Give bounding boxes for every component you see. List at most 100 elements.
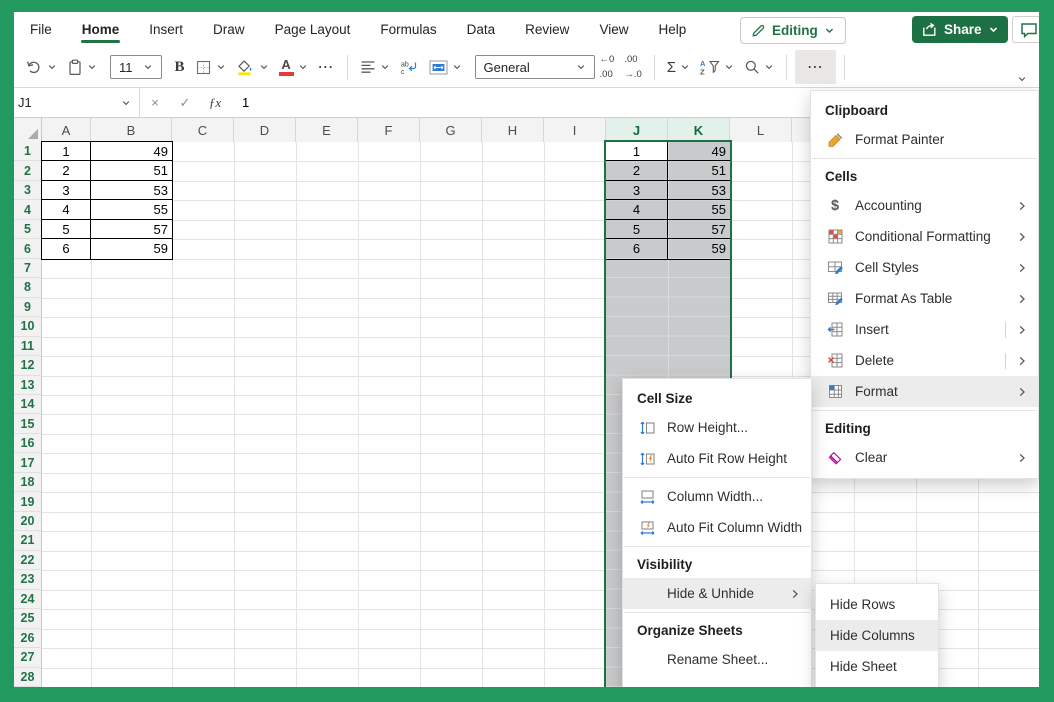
- row-header-9[interactable]: 9: [14, 298, 42, 317]
- cell-j5[interactable]: 5: [606, 220, 668, 238]
- comments-button[interactable]: [1012, 16, 1039, 43]
- menu-item-insert[interactable]: Insert: [811, 314, 1038, 345]
- row-header-15[interactable]: 15: [14, 414, 42, 433]
- formula-input[interactable]: 1: [242, 95, 249, 110]
- menu-item-rename-sheet[interactable]: Rename Sheet...: [623, 644, 811, 675]
- share-button[interactable]: Share: [912, 16, 1008, 43]
- row-header-7[interactable]: 7: [14, 259, 42, 278]
- number-format-select[interactable]: General: [475, 55, 595, 79]
- row-header-24[interactable]: 24: [14, 590, 42, 609]
- row-header-20[interactable]: 20: [14, 512, 42, 531]
- collapse-ribbon-button[interactable]: [1017, 74, 1027, 87]
- column-header-h[interactable]: H: [482, 118, 544, 142]
- row-header-16[interactable]: 16: [14, 434, 42, 453]
- menu-tab-review[interactable]: Review: [525, 13, 569, 47]
- cell-k3[interactable]: 53: [668, 181, 730, 199]
- menu-item-clear[interactable]: Clear: [811, 442, 1038, 473]
- cell-k4[interactable]: 55: [668, 200, 730, 218]
- column-header-i[interactable]: I: [544, 118, 606, 142]
- bold-button[interactable]: B: [170, 55, 190, 80]
- cell-a4[interactable]: 4: [42, 200, 91, 218]
- paste-button[interactable]: [62, 55, 102, 80]
- column-header-g[interactable]: G: [420, 118, 482, 142]
- name-box[interactable]: J1: [14, 88, 140, 117]
- menu-item-row-height[interactable]: Row Height...: [623, 412, 811, 443]
- menu-item-accounting[interactable]: $Accounting: [811, 190, 1038, 221]
- row-header-21[interactable]: 21: [14, 531, 42, 550]
- merge-center-button[interactable]: [424, 56, 467, 79]
- cell-b3[interactable]: 53: [91, 181, 172, 199]
- undo-button[interactable]: [20, 55, 62, 79]
- cell-j3[interactable]: 3: [606, 181, 668, 199]
- menu-tab-draw[interactable]: Draw: [213, 13, 245, 47]
- menu-item-hide-columns[interactable]: Hide Columns: [816, 620, 938, 651]
- font-color-button[interactable]: A: [274, 54, 313, 80]
- cell-b1[interactable]: 49: [91, 142, 172, 160]
- more-font-options-button[interactable]: ⋯: [313, 53, 340, 81]
- menu-item-format[interactable]: Format: [811, 376, 1038, 407]
- menu-tab-data[interactable]: Data: [467, 13, 496, 47]
- menu-tab-page-layout[interactable]: Page Layout: [275, 13, 351, 47]
- cell-a5[interactable]: 5: [42, 220, 91, 238]
- row-header-11[interactable]: 11: [14, 337, 42, 356]
- align-button[interactable]: [355, 56, 395, 78]
- menu-item-auto-fit-row-height[interactable]: Auto Fit Row Height: [623, 443, 811, 474]
- cell-j1[interactable]: 1: [606, 142, 668, 160]
- menu-tab-help[interactable]: Help: [658, 13, 686, 47]
- menu-item-hide-rows[interactable]: Hide Rows: [816, 589, 938, 620]
- menu-item-delete[interactable]: Delete: [811, 345, 1038, 376]
- cell-b2[interactable]: 51: [91, 161, 172, 179]
- cell-j2[interactable]: 2: [606, 161, 668, 179]
- row-header-6[interactable]: 6: [14, 239, 42, 258]
- row-header-28[interactable]: 28: [14, 668, 42, 687]
- confirm-button[interactable]: ✓: [170, 95, 200, 111]
- insert-function-button[interactable]: ƒx: [200, 95, 230, 111]
- menu-item-conditional-formatting[interactable]: Conditional Formatting: [811, 221, 1038, 252]
- cell-a2[interactable]: 2: [42, 161, 91, 179]
- row-header-4[interactable]: 4: [14, 200, 42, 219]
- decrease-decimal-button[interactable]: ←0 .00: [595, 54, 620, 81]
- menu-item-cell-styles[interactable]: Cell Styles: [811, 252, 1038, 283]
- row-header-26[interactable]: 26: [14, 629, 42, 648]
- column-header-l[interactable]: L: [730, 118, 792, 142]
- cell-a3[interactable]: 3: [42, 181, 91, 199]
- column-header-k[interactable]: K: [668, 118, 730, 142]
- ribbon-overflow-button[interactable]: ⋯: [795, 50, 836, 84]
- column-header-f[interactable]: F: [358, 118, 420, 142]
- row-header-2[interactable]: 2: [14, 161, 42, 180]
- sort-filter-button[interactable]: AZ: [695, 55, 739, 79]
- select-all-button[interactable]: [14, 118, 42, 142]
- cell-k5[interactable]: 57: [668, 220, 730, 238]
- menu-item-auto-fit-column-width[interactable]: Auto Fit Column Width: [623, 512, 811, 543]
- borders-button[interactable]: [190, 55, 231, 80]
- menu-item-column-width[interactable]: Column Width...: [623, 481, 811, 512]
- column-header-a[interactable]: A: [42, 118, 91, 142]
- cell-b4[interactable]: 55: [91, 200, 172, 218]
- cell-a6[interactable]: 6: [42, 239, 91, 258]
- cell-k1[interactable]: 49: [668, 142, 730, 160]
- row-header-5[interactable]: 5: [14, 220, 42, 239]
- menu-tab-home[interactable]: Home: [82, 13, 120, 47]
- cell-k6[interactable]: 59: [668, 239, 730, 258]
- cell-j6[interactable]: 6: [606, 239, 668, 258]
- row-header-23[interactable]: 23: [14, 570, 42, 589]
- column-header-e[interactable]: E: [296, 118, 358, 142]
- column-header-b[interactable]: B: [91, 118, 172, 142]
- column-header-j[interactable]: J: [606, 118, 668, 142]
- row-header-8[interactable]: 8: [14, 278, 42, 297]
- cell-a1[interactable]: 1: [42, 142, 91, 160]
- font-size-select[interactable]: 11: [110, 55, 162, 79]
- menu-tab-view[interactable]: View: [599, 13, 628, 47]
- wrap-text-button[interactable]: abc: [395, 56, 424, 79]
- cell-k2[interactable]: 51: [668, 161, 730, 179]
- row-header-22[interactable]: 22: [14, 551, 42, 570]
- cell-b6[interactable]: 59: [91, 239, 172, 258]
- row-header-27[interactable]: 27: [14, 648, 42, 667]
- column-header-d[interactable]: D: [234, 118, 296, 142]
- fill-color-button[interactable]: [231, 55, 274, 80]
- row-header-10[interactable]: 10: [14, 317, 42, 336]
- row-header-13[interactable]: 13: [14, 376, 42, 395]
- increase-decimal-button[interactable]: .00 →.0: [619, 54, 646, 81]
- row-header-17[interactable]: 17: [14, 453, 42, 472]
- menu-item-format-as-table[interactable]: Format As Table: [811, 283, 1038, 314]
